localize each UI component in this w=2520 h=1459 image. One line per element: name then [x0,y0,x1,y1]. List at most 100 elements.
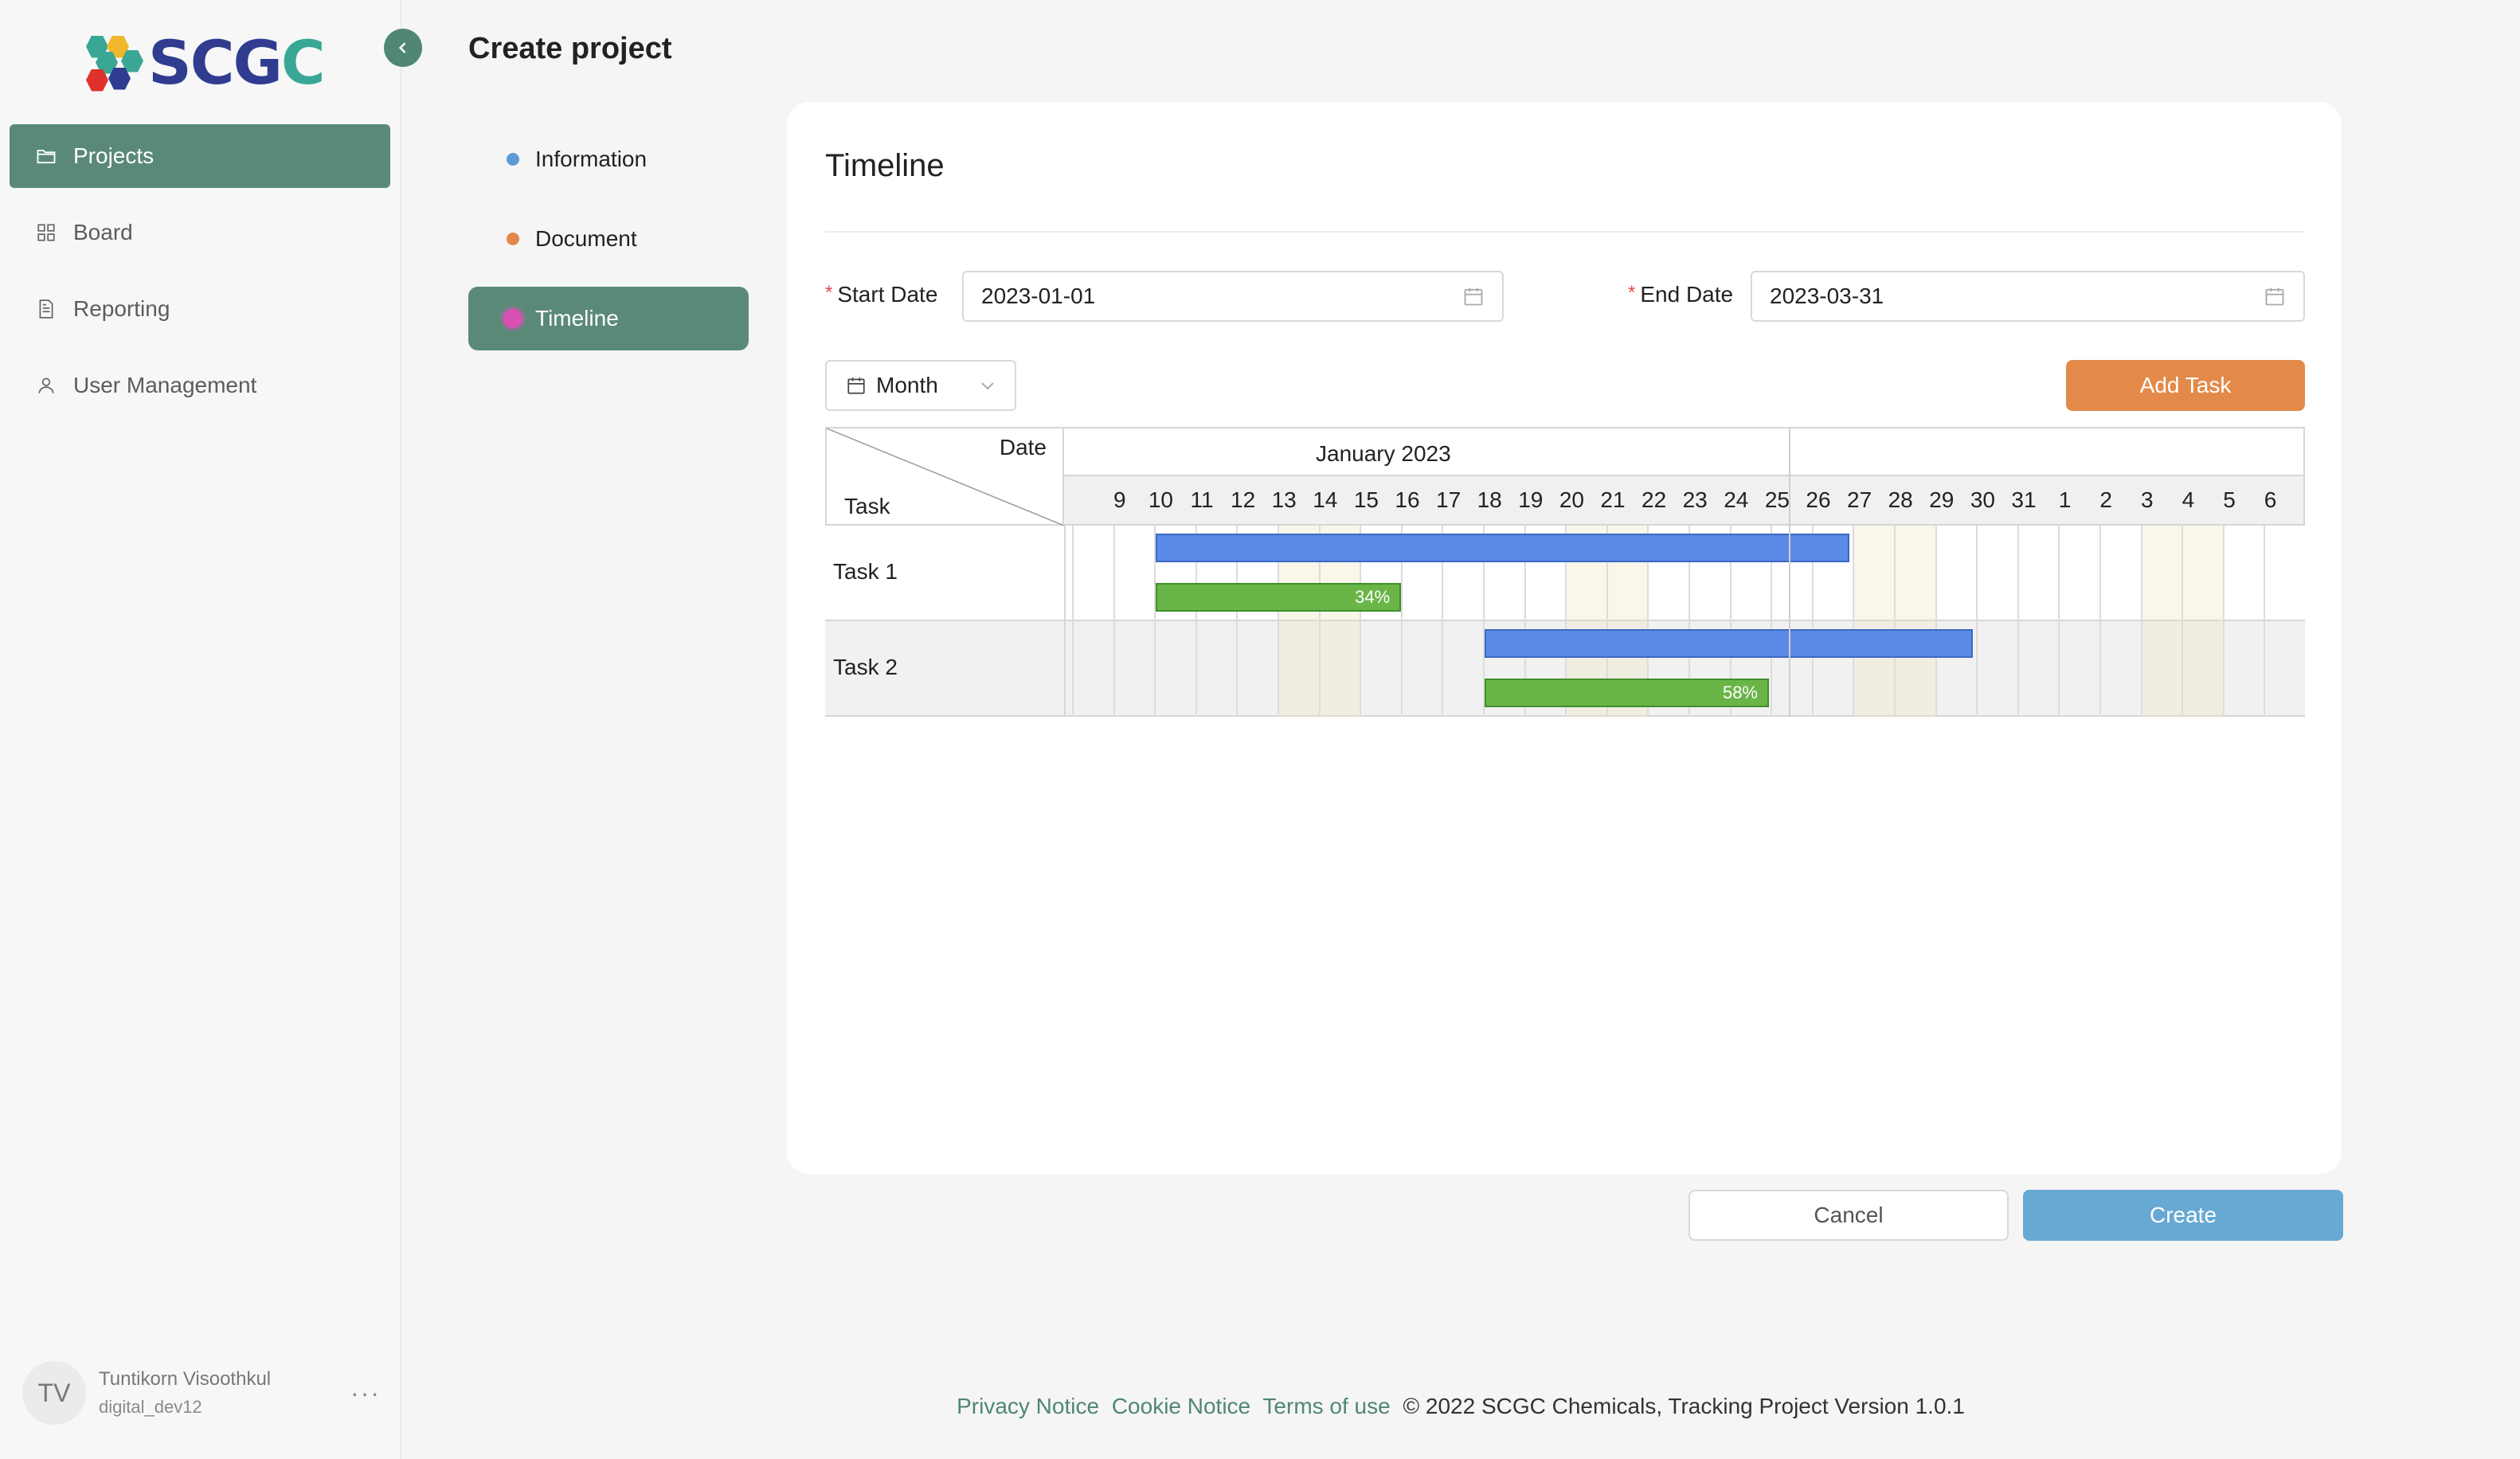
gantt-chart: Task 1 Task 2 Date Task January 2023 9 10… [825,427,2305,717]
day-label: 6 [2264,487,2277,512]
collapse-sidebar-button[interactable] [384,29,422,67]
chevron-down-icon [981,382,994,390]
step-dot-icon [507,233,519,245]
task-column-divider [1064,526,1066,717]
sidebar: SCGC Projects Board Reporting User Manag… [0,0,401,1459]
sidebar-item-reporting[interactable]: Reporting [10,277,390,341]
grid-line [2058,526,2060,717]
grid-line [1935,526,1937,717]
cancel-button[interactable]: Cancel [1688,1190,2009,1241]
weekend-column [2140,526,2182,717]
sidebar-item-user-management[interactable]: User Management [10,354,390,417]
document-icon [35,298,57,320]
required-marker: * [825,282,833,303]
sidebar-nav: Projects Board Reporting User Management [10,124,390,430]
grid-line [1113,526,1115,717]
calendar-icon[interactable] [2264,285,2286,307]
day-header-row: 9 10 11 12 13 14 15 16 17 18 19 20 21 22 23 24 25 26 27 28 2… [1064,476,2305,526]
logo-text: SCGC [148,27,326,98]
day-label: 19 [1518,487,1544,512]
grid-icon [35,221,57,244]
terms-of-use-link[interactable]: Terms of use [1262,1394,1390,1418]
required-marker: * [1628,282,1636,303]
sidebar-item-label: Reporting [73,296,170,321]
copyright-text: © 2022 SCGC Chemicals, Tracking Project … [1403,1394,1965,1418]
day-label: 10 [1148,487,1173,512]
task-plan-bar[interactable] [1485,629,1974,658]
day-label: 22 [1642,487,1667,512]
day-label: 14 [1313,487,1338,512]
day-label: 9 [1113,487,1126,512]
grid-line [2099,526,2101,717]
create-button[interactable]: Create [2023,1190,2343,1241]
step-dot-icon [503,309,522,328]
grid-line [2264,526,2266,717]
weekend-column [2182,526,2223,717]
task-progress-bar[interactable]: 34% [1156,583,1402,612]
end-date-field[interactable]: 2023-03-31 [1751,271,2305,322]
user-icon [35,374,57,397]
grid-line [2017,526,2019,717]
task-plan-bar[interactable] [1156,534,1850,562]
step-label: Document [535,226,637,251]
day-label: 13 [1271,487,1297,512]
timeline-card: Timeline * Start Date 2023-01-01 * End Dat… [787,102,2342,1174]
weekend-column [1853,526,1894,717]
step-timeline[interactable]: Timeline [468,287,749,350]
task-name: Task 1 [833,559,898,584]
day-label: 25 [1764,487,1790,512]
date-header: Date [999,435,1047,460]
cookie-notice-link[interactable]: Cookie Notice [1112,1394,1250,1418]
step-information[interactable]: Information [468,127,749,191]
day-label: 20 [1559,487,1584,512]
view-mode-value: Month [876,373,938,397]
start-date-label: * Start Date [825,282,937,307]
day-label: 3 [2141,487,2154,512]
day-label: 2 [2099,487,2112,512]
grid-line [1853,526,1855,717]
step-document[interactable]: Document [468,207,749,271]
privacy-notice-link[interactable]: Privacy Notice [957,1394,1099,1418]
start-date-field[interactable]: 2023-01-01 [962,271,1504,322]
user-name: Tuntikorn Visoothkul [99,1368,272,1390]
task-progress-bar[interactable]: 58% [1485,679,1769,707]
day-label: 4 [2182,487,2195,512]
start-date-label-text: Start Date [837,282,938,307]
calendar-icon [847,377,865,394]
grid-line [1976,526,1978,717]
day-label: 30 [1970,487,1995,512]
grid-line [1894,526,1896,717]
end-date-label: * End Date [1628,282,1733,307]
step-dot-icon [507,153,519,166]
calendar-icon[interactable] [1462,285,1485,307]
sidebar-item-label: Projects [73,143,155,168]
sidebar-item-board[interactable]: Board [10,201,390,264]
day-label: 28 [1888,487,1913,512]
step-label: Information [535,147,648,171]
day-label: 16 [1395,487,1420,512]
chevron-left-icon [398,42,406,53]
divider [825,231,2305,233]
day-label: 24 [1724,487,1749,512]
day-label: 21 [1600,487,1626,512]
day-label: 15 [1353,487,1379,512]
day-label: 18 [1477,487,1502,512]
add-task-button[interactable]: Add Task [2066,360,2305,411]
view-mode-select[interactable]: Month [825,360,1016,411]
day-label: 23 [1682,487,1708,512]
start-date-value: 2023-01-01 [981,284,1096,308]
grid-line [2140,526,2142,717]
scgc-logo[interactable]: SCGC [80,27,326,98]
day-label: 12 [1231,487,1256,512]
month-header-row: January 2023 [1064,427,2305,476]
weekend-column [1894,526,1935,717]
sidebar-item-label: User Management [73,373,257,397]
end-date-label-text: End Date [1640,282,1734,307]
sidebar-item-label: Board [73,220,133,244]
step-label: Timeline [535,306,619,331]
day-label: 31 [2011,487,2037,512]
task-header: Task [844,494,890,518]
day-label: 29 [1929,487,1955,512]
month-label: January 2023 [1316,441,1451,466]
sidebar-item-projects[interactable]: Projects [10,124,390,188]
